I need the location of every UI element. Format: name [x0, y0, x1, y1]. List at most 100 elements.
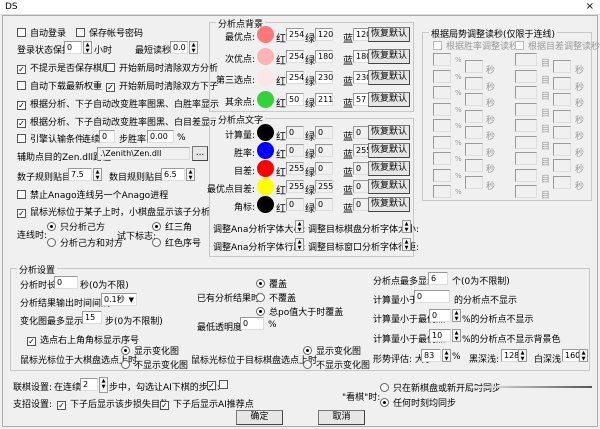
auto-score-checkbox[interactable]: ✓ 根据分析、下子自动改变胜率图黑、白目差显示 — [17, 115, 219, 128]
winrate-threshold-input[interactable] — [433, 119, 451, 132]
black-spinner[interactable]: ▲ ▼ — [518, 349, 527, 362]
winrate-seconds-input[interactable] — [465, 60, 483, 73]
score-seconds-input[interactable] — [553, 76, 571, 90]
zen-path-input[interactable]: .\Zenith\Zen.dll — [97, 147, 190, 160]
score-seconds-input[interactable] — [553, 159, 571, 172]
resign-winrate-input[interactable]: 0.00 — [147, 130, 174, 143]
red-input[interactable]: 255 — [286, 180, 304, 193]
territory-komi-input[interactable]: 6.5 — [161, 168, 185, 181]
reset-default-button[interactable]: 恢复默认 — [368, 161, 410, 176]
white-input[interactable]: 160 — [562, 349, 580, 362]
winrate-seconds-input[interactable] — [465, 93, 483, 106]
color-swatch[interactable] — [257, 196, 274, 213]
red-input[interactable]: 254 — [286, 49, 304, 63]
winrate-threshold-input[interactable] — [433, 152, 451, 165]
keep-login-spinner[interactable]: ▲ ▼ — [83, 41, 92, 54]
red-input[interactable]: 0 — [286, 198, 304, 211]
big-hide-var-radio[interactable]: 不显示变化图 — [121, 358, 188, 371]
min-read-spinner[interactable]: ▲ ▼ — [189, 41, 198, 54]
color-swatch[interactable] — [257, 178, 274, 195]
score-threshold-input[interactable] — [515, 119, 537, 132]
pair-steps-input[interactable]: 2 — [80, 378, 98, 391]
red-input[interactable]: 0 — [286, 144, 304, 157]
winrate-threshold-input[interactable] — [433, 69, 451, 83]
no-anago-checkbox[interactable]: 禁止Anago连线另一个Anago进程 — [17, 188, 168, 201]
score-threshold-input[interactable] — [515, 185, 537, 198]
reset-default-button[interactable]: 恢复默认 — [368, 179, 410, 194]
white-spinner[interactable]: ▲ ▼ — [579, 349, 588, 362]
winrate-seconds-input[interactable] — [465, 109, 483, 123]
green-input[interactable]: 120 — [315, 28, 333, 41]
winrate-seconds-input[interactable] — [465, 142, 483, 156]
score-seconds-input[interactable] — [553, 60, 571, 73]
resign-checkbox[interactable]: 引擎认输条件: — [17, 132, 87, 145]
score-seconds-input[interactable] — [553, 109, 571, 123]
winrate-threshold-input[interactable] — [433, 135, 451, 149]
hint-loss-checkbox[interactable]: ✓ 下子后显示该步损失目数 — [57, 397, 169, 410]
min-calc-pct-input[interactable]: 0 — [429, 309, 451, 322]
color-swatch[interactable] — [257, 160, 274, 177]
score-threshold-input[interactable] — [515, 86, 537, 99]
red-input[interactable]: 254 — [286, 71, 304, 84]
trial-number-radio[interactable]: 红色序号 — [152, 236, 201, 249]
red-input[interactable]: 254 — [286, 28, 304, 41]
eval-size-input[interactable]: 83 — [421, 349, 441, 362]
color-swatch[interactable] — [257, 124, 274, 141]
reset-default-button[interactable]: 恢复默认 — [368, 70, 410, 85]
by-score-checkbox[interactable]: 根据目差调整读秒 — [515, 39, 600, 52]
reset-default-button[interactable]: 恢复默认 — [368, 27, 410, 42]
green-input[interactable]: 211 — [315, 92, 333, 106]
close-button[interactable]: × — [586, 1, 594, 12]
connect-both-radio[interactable]: 分析己方和对方 — [47, 236, 123, 249]
watch-always-radio[interactable]: 任何时刻均同步 — [380, 396, 456, 409]
min-calc-bg-input[interactable]: 10 — [429, 329, 451, 342]
pair-steps-spinner[interactable]: ▲ ▼ — [99, 377, 108, 393]
color-swatch[interactable] — [257, 69, 274, 86]
no-overwrite-radio[interactable]: 不覆盖 — [256, 291, 296, 304]
green-input[interactable]: 0 — [315, 126, 333, 139]
score-threshold-input[interactable] — [515, 102, 537, 116]
winrate-threshold-input[interactable] — [433, 185, 451, 198]
red-input[interactable]: 255 — [286, 162, 304, 175]
color-swatch[interactable] — [257, 47, 274, 65]
score-seconds-input[interactable] — [553, 126, 571, 139]
overwrite-radio[interactable]: 覆盖 — [256, 277, 287, 290]
trial-triangle-radio[interactable]: 红三角 — [152, 220, 192, 233]
score-threshold-input[interactable] — [515, 152, 537, 165]
max-steps-input[interactable]: 15 — [82, 311, 102, 324]
winrate-seconds-input[interactable] — [465, 126, 483, 139]
green-input[interactable]: 255 — [315, 180, 333, 193]
score-threshold-input[interactable] — [515, 69, 537, 83]
winrate-seconds-input[interactable] — [465, 175, 483, 189]
auto-winrate-checkbox[interactable]: ✓ 根据分析、下子自动改变胜率图黑、白胜率显示 — [17, 97, 219, 110]
save-password-checkbox[interactable]: 保存帐号密码 — [76, 26, 143, 39]
duration-input[interactable]: 0 — [54, 276, 78, 289]
winrate-threshold-input[interactable] — [433, 102, 451, 116]
reset-default-button[interactable]: 恢复默认 — [368, 48, 410, 64]
board-font-size-spinner[interactable]: ▲ ▼ — [402, 220, 411, 233]
min-calc-input[interactable]: 0 — [414, 290, 450, 303]
min-calc-bg-spinner[interactable]: ▲ ▼ — [452, 329, 461, 342]
score-seconds-input[interactable] — [553, 93, 571, 106]
color-swatch[interactable] — [257, 90, 274, 108]
min-calc-pct-spinner[interactable]: ▲ ▼ — [452, 309, 461, 322]
clear-moves-checkbox[interactable]: ✓ 开始新局时清除双方下子 — [106, 79, 218, 92]
hint-ai-checkbox[interactable]: ✓ 下子后显示AI推荐点 — [160, 397, 254, 410]
reset-default-button[interactable]: 恢复默认 — [368, 91, 410, 107]
big-show-var-radio[interactable]: 显示变化图 — [121, 344, 179, 357]
territory-komi-spinner[interactable]: ▲ ▼ — [186, 168, 195, 181]
red-input[interactable]: 50 — [286, 92, 304, 106]
keep-login-input[interactable]: 0 — [64, 41, 82, 54]
min-read-input[interactable]: 0.0 — [170, 41, 188, 54]
max-points-input[interactable]: 6 — [428, 272, 448, 285]
winrate-threshold-input[interactable] — [433, 86, 451, 99]
green-input[interactable]: 0 — [315, 144, 333, 157]
score-threshold-input[interactable] — [515, 135, 537, 149]
ok-button[interactable]: 确定 — [236, 410, 283, 425]
reset-default-button[interactable]: 恢复默认 — [368, 125, 410, 140]
interval-select[interactable]: 0.1秒 ▼ — [101, 293, 137, 306]
ana-font-size-spinner[interactable]: ▲ ▼ — [295, 220, 304, 233]
green-input[interactable]: 0 — [315, 198, 333, 211]
reset-default-button[interactable]: 恢复默认 — [368, 197, 410, 212]
color-swatch[interactable] — [257, 26, 274, 43]
